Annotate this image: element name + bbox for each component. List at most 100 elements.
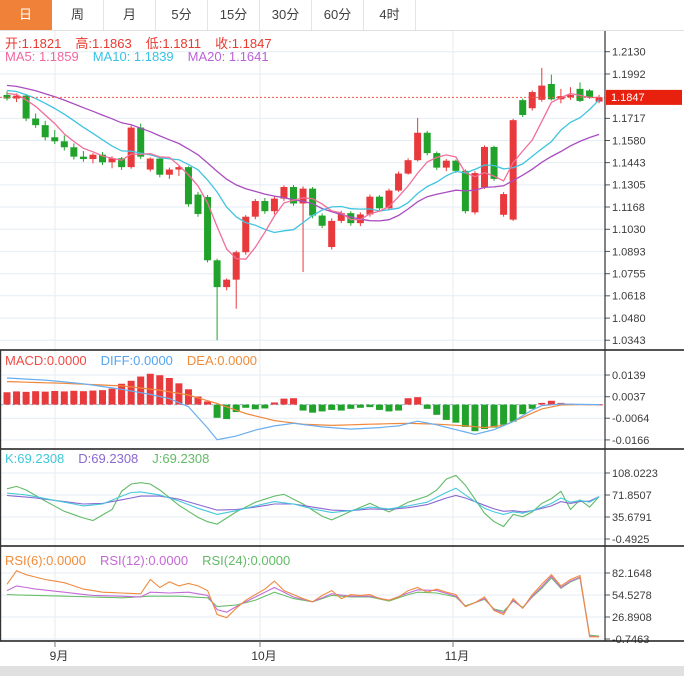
candle-body <box>165 169 173 175</box>
candle-body <box>146 158 154 170</box>
macd-hist-bar <box>70 390 78 405</box>
macd-axis-label: 0.0037 <box>612 392 646 404</box>
tab-interval-5分[interactable]: 5分 <box>156 0 208 30</box>
candle-body <box>442 160 450 168</box>
candle-body <box>60 141 68 148</box>
price-axis-label: 1.0618 <box>612 291 646 303</box>
candle-body <box>490 146 498 179</box>
macd-hist-bar <box>375 404 383 410</box>
macd-axis-label: 0.0139 <box>612 370 646 382</box>
tab-interval-30分[interactable]: 30分 <box>260 0 312 30</box>
kdj-axis-label: 35.6791 <box>612 512 652 524</box>
macd-hist-bar <box>414 397 422 405</box>
candle-body <box>3 94 11 99</box>
tab-interval-4时[interactable]: 4时 <box>364 0 416 30</box>
tab-interval-60分[interactable]: 60分 <box>312 0 364 30</box>
macd-hist-bar <box>433 404 441 415</box>
macd-hist-bar <box>41 391 49 405</box>
kdj-axis-label: 71.8507 <box>612 490 652 502</box>
macd-hist-bar <box>89 390 97 405</box>
macd-header: MACD:0.0000 DIFF:0.0000 DEA:0.0000 <box>5 353 271 368</box>
candle-body <box>204 197 212 261</box>
j-line <box>6 474 600 528</box>
tab-interval-日[interactable]: 日 <box>0 0 52 30</box>
rsi-axis-label: -0.7463 <box>612 634 649 646</box>
price-axis-label: 1.0755 <box>612 269 646 281</box>
macd-hist-bar <box>270 402 278 405</box>
macd-hist-bar <box>519 404 527 415</box>
rsi24-line <box>6 577 600 637</box>
candle-body <box>471 173 479 213</box>
macd-hist-bar <box>108 388 116 405</box>
ma-header: MA5: 1.1859 MA10: 1.1839 MA20: 1.1641 <box>5 49 283 64</box>
macd-hist-bar <box>127 380 135 405</box>
candle-body <box>414 132 422 161</box>
current-price-badge-label: 1.1847 <box>611 92 645 104</box>
candle-body <box>261 201 269 212</box>
rsi6-line <box>6 570 600 638</box>
price-axis-label: 1.0480 <box>612 313 646 325</box>
candle-body <box>194 194 202 214</box>
rsi-axis-label: 26.8908 <box>612 612 652 624</box>
ma-value-0: MA5: 1.1859 <box>5 49 79 64</box>
price-axis-label: 1.1443 <box>612 157 646 169</box>
macd-hist-bar <box>213 404 221 418</box>
macd-hist-bar <box>3 392 11 405</box>
candle-body <box>328 220 336 248</box>
price-axis-label: 1.2130 <box>612 47 646 59</box>
bottom-scrollbar-track[interactable] <box>0 666 684 676</box>
macd-hist-bar <box>137 376 145 405</box>
candle-body <box>395 173 403 191</box>
price-axis-label: 1.0343 <box>612 335 646 347</box>
macd-axis-label: -0.0166 <box>612 435 649 447</box>
macd-hist-bar <box>318 404 326 412</box>
candle-body <box>89 154 97 160</box>
macd-value-0: MACD:0.0000 <box>5 353 87 368</box>
macd-hist-bar <box>328 404 336 410</box>
kdj-axis-label: 108.0223 <box>612 468 658 480</box>
macd-hist-bar <box>13 391 21 405</box>
kdj-value-2: J:69.2308 <box>152 451 210 466</box>
macd-hist-bar <box>309 404 317 413</box>
macd-hist-bar <box>490 404 498 428</box>
ma-value-2: MA20: 1.1641 <box>187 49 269 64</box>
macd-hist-bar <box>461 404 469 427</box>
macd-hist-bar <box>99 390 106 405</box>
candle-body <box>41 125 49 138</box>
macd-hist-bar <box>79 391 87 405</box>
month-label: 11月 <box>445 649 469 663</box>
macd-hist-bar <box>500 404 508 425</box>
candle-body <box>500 194 508 215</box>
tab-interval-月[interactable]: 月 <box>104 0 156 30</box>
kdj-axis-label: -0.4925 <box>612 534 649 546</box>
ma-value-1: MA10: 1.1839 <box>92 49 174 64</box>
kdj-value-1: D:69.2308 <box>78 451 139 466</box>
tab-interval-15分[interactable]: 15分 <box>208 0 260 30</box>
price-axis-label: 1.1580 <box>612 135 646 147</box>
macd-value-2: DEA:0.0000 <box>186 353 258 368</box>
macd-hist-bar <box>290 398 297 405</box>
macd-hist-bar <box>60 391 68 405</box>
macd-hist-bar <box>404 398 412 405</box>
chart-canvas: 1.2130 1.1992 1.1717 1.1580 1.1443 1.1305 1.11… <box>0 30 684 663</box>
candle-body <box>385 190 393 209</box>
candle-body <box>127 127 135 168</box>
candle-body <box>79 156 87 160</box>
macd-hist-bar <box>452 404 460 423</box>
candle-body <box>404 160 412 174</box>
macd-hist-bar <box>481 404 488 430</box>
macd-hist-bar <box>337 404 345 411</box>
candle-body <box>528 92 536 109</box>
macd-hist-bar <box>366 404 374 408</box>
candle-body <box>586 90 594 97</box>
candle-body <box>51 137 59 142</box>
candle-body <box>309 188 317 216</box>
rsi-header: RSI(6):0.0000 RSI(12):0.0000 RSI(24):0.000… <box>5 553 304 568</box>
candle-body <box>32 118 40 126</box>
rsi-axis-label: 82.1648 <box>612 568 652 580</box>
candle-body <box>366 196 374 215</box>
kdj-header: K:69.2308 D:69.2308 J:69.2308 <box>5 451 223 466</box>
trading-chart-app: 日周月 5分 15分 30分 60分 4时 开:1.1821 高:1.1863 低:1.181… <box>0 0 684 676</box>
tab-interval-周[interactable]: 周 <box>52 0 104 30</box>
price-axis-label: 1.1030 <box>612 224 646 236</box>
